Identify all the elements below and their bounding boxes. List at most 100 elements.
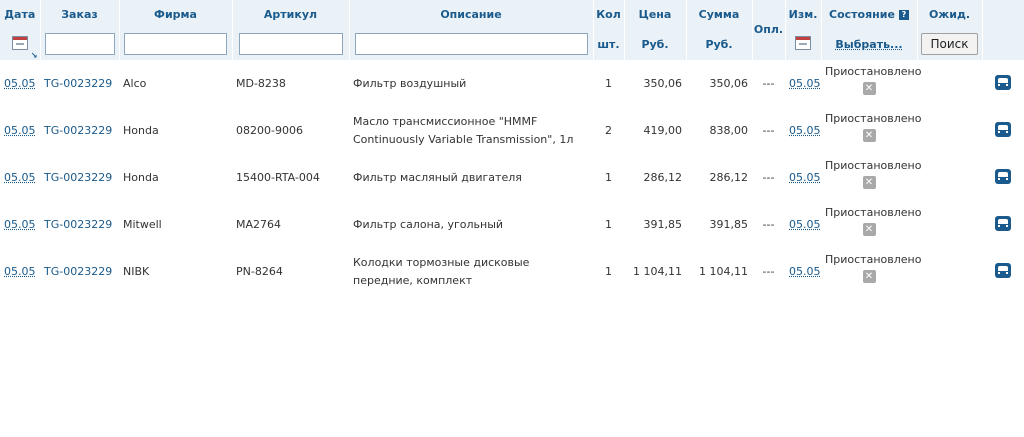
col-price-header[interactable]: Цена: [624, 0, 687, 30]
sum-unit: Руб.: [686, 30, 753, 60]
cancel-icon[interactable]: ✕: [862, 270, 876, 283]
order-filter-input[interactable]: [44, 33, 115, 55]
changed-cell: 05.05: [785, 154, 821, 201]
changed-cell: 05.05: [785, 248, 821, 295]
qty-cell: 1: [605, 77, 612, 90]
date-cell: 05.05: [0, 154, 40, 201]
date-link[interactable]: 05.05: [4, 77, 36, 90]
article-cell: 15400-RTA-004: [236, 171, 320, 184]
car-icon[interactable]: [995, 168, 1011, 184]
order-link[interactable]: TG-0023229: [44, 124, 112, 137]
col-order-header[interactable]: Заказ: [40, 0, 120, 30]
description-cell: Фильтр салона, угольный: [353, 217, 504, 231]
calendar-icon[interactable]: [11, 36, 28, 50]
changed-date-link[interactable]: 05.05: [789, 77, 821, 90]
status-text: Приостановлено: [825, 206, 922, 219]
price-unit-label: Руб.: [641, 38, 669, 51]
date-filter-cell: ↘: [0, 30, 41, 60]
status-text: Приостановлено: [825, 65, 922, 78]
col-firm-header[interactable]: Фирма: [119, 0, 233, 30]
waiting-cell: [917, 154, 982, 201]
status-text: Приостановлено: [825, 253, 922, 266]
cancel-icon[interactable]: ✕: [862, 82, 876, 95]
order-link[interactable]: TG-0023229: [44, 218, 112, 231]
article-cell: MA2764: [236, 218, 282, 231]
article-filter-input[interactable]: [238, 33, 343, 55]
paid-cell: ---: [762, 171, 775, 184]
sum-cell: 350,06: [709, 77, 749, 90]
sort-arrow-icon[interactable]: ↘: [31, 51, 38, 60]
state-cell: Приостановлено ✕: [821, 154, 922, 201]
action-cell: [982, 201, 1024, 248]
price-cell: 286,12: [643, 171, 683, 184]
cancel-icon[interactable]: ✕: [862, 223, 876, 236]
car-icon[interactable]: [995, 121, 1011, 137]
car-icon[interactable]: [995, 74, 1011, 90]
cancel-icon[interactable]: ✕: [862, 176, 876, 189]
col-article-header[interactable]: Артикул: [232, 0, 350, 30]
qty-cell: 1: [605, 171, 612, 184]
order-link[interactable]: TG-0023229: [44, 171, 112, 184]
firm-filter-input[interactable]: [124, 33, 227, 55]
table-row: 05.05 TG-0023229 Honda 08200-9006 Масло тран…: [0, 107, 1024, 154]
waiting-cell: [917, 60, 982, 107]
changed-date-link[interactable]: 05.05: [789, 218, 821, 231]
state-header-label[interactable]: Состояние: [829, 8, 895, 21]
search-cell: Поиск: [917, 30, 983, 60]
order-link[interactable]: TG-0023229: [44, 265, 112, 278]
status-text: Приостановлено: [825, 159, 922, 172]
date-link[interactable]: 05.05: [4, 265, 36, 278]
cancel-icon[interactable]: ✕: [862, 129, 876, 142]
col-changed-header[interactable]: Изм.: [785, 0, 822, 30]
firm-cell: Honda: [123, 171, 159, 184]
filter-row: ↘ шт. Руб. Руб. Выбрать... Поиск: [0, 30, 1024, 60]
date-link[interactable]: 05.05: [4, 171, 36, 184]
help-icon[interactable]: ?: [898, 10, 909, 20]
calendar-icon[interactable]: [795, 36, 811, 50]
order-link[interactable]: TG-0023229: [44, 77, 112, 90]
qty-cell: 2: [605, 124, 612, 137]
date-link[interactable]: 05.05: [4, 218, 36, 231]
changed-date-link[interactable]: 05.05: [789, 265, 821, 278]
qty-unit: шт.: [593, 30, 625, 60]
article-filter-cell: [232, 30, 350, 60]
qty-unit-label: шт.: [597, 38, 620, 51]
col-state-header: Состояние?: [821, 0, 918, 30]
col-qty-header[interactable]: Кол: [593, 0, 625, 30]
action-cell: [982, 107, 1024, 154]
col-waiting-header[interactable]: Ожид.: [917, 0, 983, 30]
state-filter-cell: Выбрать...: [821, 30, 918, 60]
order-cell: TG-0023229: [40, 107, 119, 154]
table-row: 05.05 TG-0023229 Alco MD-8238 Фильтр воздушн…: [0, 60, 1024, 107]
firm-cell: NIBK: [123, 265, 150, 278]
car-icon[interactable]: [995, 262, 1011, 278]
search-button[interactable]: Поиск: [921, 33, 978, 55]
firm-cell: Mitwell: [123, 218, 162, 231]
col-description-header[interactable]: Описание: [349, 0, 594, 30]
table-row: 05.05 TG-0023229 Honda 15400-RTA-004 Фильтр …: [0, 154, 1024, 201]
description-filter-cell: [349, 30, 594, 60]
price-cell: 391,85: [643, 218, 683, 231]
paid-cell: ---: [762, 124, 775, 137]
choose-state-link[interactable]: Выбрать...: [835, 38, 902, 51]
orders-table: Дата Заказ Фирма Артикул Описание Кол Це…: [0, 0, 1024, 295]
state-cell: Приостановлено ✕: [821, 248, 922, 295]
article-cell: 08200-9006: [236, 124, 303, 137]
changed-date-link[interactable]: 05.05: [789, 124, 821, 137]
paid-cell: ---: [762, 77, 775, 90]
changed-date-link[interactable]: 05.05: [789, 171, 821, 184]
col-date-header[interactable]: Дата: [0, 0, 41, 30]
waiting-cell: [917, 248, 982, 295]
article-cell: PN-8264: [236, 265, 283, 278]
date-cell: 05.05: [0, 60, 40, 107]
sum-cell: 391,85: [709, 218, 749, 231]
col-paid-header[interactable]: Опл.: [752, 0, 786, 60]
description-filter-input[interactable]: [354, 33, 588, 55]
col-sum-header[interactable]: Сумма: [686, 0, 753, 30]
sum-unit-label: Руб.: [705, 38, 733, 51]
car-icon[interactable]: [995, 215, 1011, 231]
price-cell: 419,00: [643, 124, 683, 137]
date-link[interactable]: 05.05: [4, 124, 36, 137]
article-cell: MD-8238: [236, 77, 286, 90]
status-text: Приостановлено: [825, 112, 922, 125]
